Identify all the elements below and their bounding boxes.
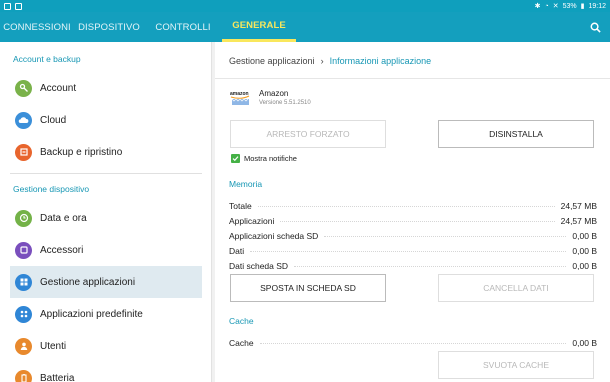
sidebar-divider <box>10 173 202 174</box>
breadcrumb-parent[interactable]: Gestione applicazioni <box>229 56 315 66</box>
search-icon <box>590 22 601 33</box>
clock: 19:12 <box>588 2 606 10</box>
amazon-logo-text: amazon <box>230 91 249 97</box>
sidebar-item-label: Account <box>40 82 77 94</box>
amazon-app-icon: amazon <box>230 91 250 105</box>
sidebar-item-utenti[interactable]: Utenti <box>10 330 202 362</box>
memory-row-apps-sd: Applicazioni scheda SD 0,00 B <box>229 231 597 241</box>
cloud-icon <box>15 111 32 129</box>
move-to-sd-button[interactable]: Sposta in scheda SD <box>230 274 386 302</box>
sidebar-item-label: Applicazioni predefinite <box>40 308 143 320</box>
memory-row-total: Totale 24,57 MB <box>229 201 597 211</box>
sidebar-item-accessori[interactable]: Accessori <box>10 234 202 266</box>
clear-cache-button[interactable]: Svuota cache <box>438 351 594 379</box>
tab-connessioni[interactable]: Connessioni <box>0 12 74 42</box>
uninstall-button[interactable]: Disinstalla <box>438 120 594 148</box>
app-notification-icon <box>15 2 22 10</box>
breadcrumb: Gestione applicazioni › Informazioni app… <box>229 56 431 66</box>
default-apps-icon <box>15 305 32 323</box>
sidebar-item-label: Batteria <box>40 372 75 382</box>
sidebar-item-label: Backup e ripristino <box>40 146 123 158</box>
mute-icon: ✕ <box>552 3 559 10</box>
sidebar-item-label: Gestione applicazioni <box>40 276 136 288</box>
clear-data-button[interactable]: Cancella dati <box>438 274 594 302</box>
sidebar-item-data-ora[interactable]: Data e ora <box>10 202 202 234</box>
clock-icon <box>15 209 32 227</box>
battery-icon: ▮ <box>580 3 585 10</box>
sidebar-item-gestione-applicazioni[interactable]: Gestione applicazioni <box>10 266 202 298</box>
sidebar-item-label: Data e ora <box>40 212 87 224</box>
key-icon <box>15 79 32 97</box>
sidebar-item-batteria[interactable]: Batteria <box>10 362 202 382</box>
memory-row-data-sd: Dati scheda SD 0,00 B <box>229 261 597 271</box>
apps-grid-icon <box>15 273 32 291</box>
sidebar-item-backup[interactable]: Backup e ripristino <box>10 136 202 168</box>
checkmark-icon <box>231 154 240 163</box>
header-divider <box>215 78 610 79</box>
accessory-icon <box>15 241 32 259</box>
search-button[interactable] <box>580 12 610 42</box>
cache-row: Cache 0,00 B <box>229 338 597 348</box>
user-icon <box>15 337 32 355</box>
show-notifications-checkbox[interactable]: Mostra notifiche <box>231 154 297 163</box>
tab-generale[interactable]: Generale <box>222 12 296 42</box>
sidebar-item-label: Cloud <box>40 114 67 126</box>
tab-dispositivo[interactable]: Dispositivo <box>74 12 144 42</box>
gallery-notification-icon <box>4 2 11 10</box>
tab-controlli[interactable]: Controlli <box>144 12 222 42</box>
memory-row-apps: Applicazioni 24,57 MB <box>229 216 597 226</box>
breadcrumb-current: Informazioni applicazione <box>329 56 432 66</box>
sidebar-item-label: Utenti <box>40 340 67 352</box>
battery-percent: 53% <box>562 2 577 10</box>
app-version: Versione 5.51.2510 <box>259 100 311 106</box>
app-info-panel: Gestione applicazioni › Informazioni app… <box>215 42 610 382</box>
sidebar-item-cloud[interactable]: Cloud <box>10 104 202 136</box>
status-bar: ✱ ◔ ✕ 53% ▮ 19:12 <box>0 0 610 12</box>
section-title-account-backup: Account e backup <box>13 54 81 64</box>
section-title-gestione-dispositivo: Gestione dispositivo <box>13 184 90 194</box>
signal-icon: ✱ <box>534 3 541 10</box>
backup-icon <box>15 143 32 161</box>
memory-row-data: Dati 0,00 B <box>229 246 597 256</box>
cache-section-title: Cache <box>229 316 254 326</box>
memory-section-title: Memoria <box>229 179 263 189</box>
app-name: Amazon <box>259 89 289 98</box>
chevron-right-icon: › <box>320 56 324 66</box>
settings-tab-bar: Connessioni Dispositivo Controlli Genera… <box>0 12 610 42</box>
settings-sidebar: Account e backup Account Cloud Backup e … <box>0 42 212 382</box>
wifi-icon: ◔ <box>544 2 549 10</box>
sidebar-item-account[interactable]: Account <box>10 72 202 104</box>
show-notifications-label: Mostra notifiche <box>244 154 297 163</box>
force-stop-button[interactable]: Arresto forzato <box>230 120 386 148</box>
sidebar-item-applicazioni-predefinite[interactable]: Applicazioni predefinite <box>10 298 202 330</box>
battery-icon <box>15 369 32 382</box>
sidebar-item-label: Accessori <box>40 244 84 256</box>
